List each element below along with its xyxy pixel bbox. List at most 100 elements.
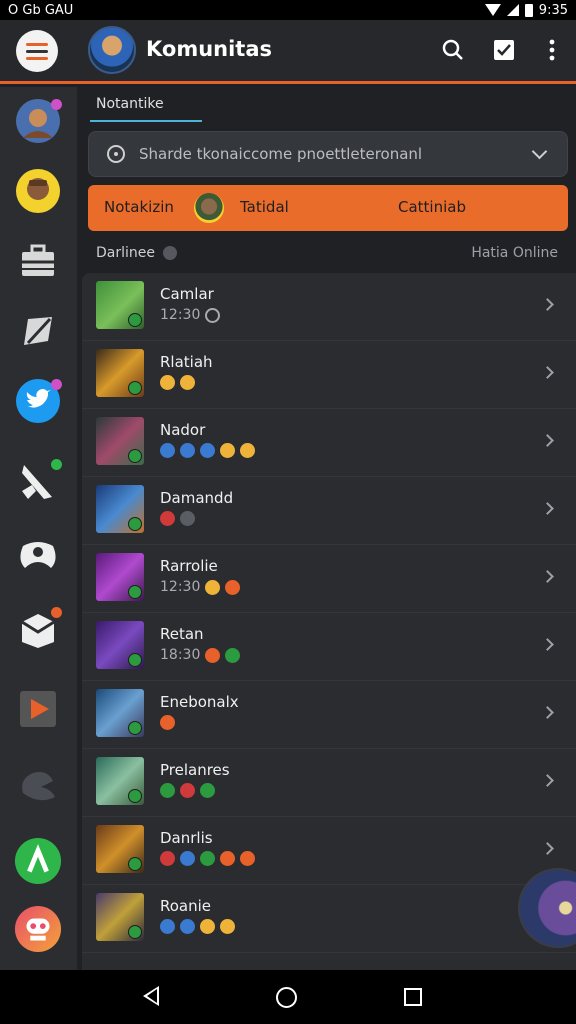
sidebar-item-mail[interactable] <box>14 605 62 653</box>
emoji-icon <box>160 851 175 866</box>
emoji-icon <box>180 511 195 526</box>
member-avatar <box>96 621 144 669</box>
emoji-icon <box>240 443 255 458</box>
status-time: 9:35 <box>538 2 568 18</box>
checklist-button[interactable] <box>492 38 516 62</box>
menu-icon <box>26 42 48 46</box>
banner-middle-text: Tatidal <box>240 198 289 216</box>
system-nav-bar <box>0 970 576 1024</box>
status-icons: 9:35 <box>484 2 568 18</box>
list-item[interactable]: Prelanres <box>82 749 576 817</box>
sidebar-item-send[interactable] <box>14 307 62 355</box>
sidebar <box>0 87 78 970</box>
member-status <box>160 443 255 458</box>
sidebar-item-controller[interactable] <box>14 531 62 579</box>
emoji-icon <box>180 919 195 934</box>
checkbox-icon <box>494 40 514 60</box>
search-icon <box>442 39 463 60</box>
member-status <box>160 851 255 866</box>
info-dot-icon[interactable] <box>163 246 177 260</box>
member-status: 12:30 <box>160 307 221 323</box>
list-item[interactable]: Camlar 12:30 <box>82 273 576 341</box>
member-status <box>160 511 195 526</box>
sidebar-item-video[interactable] <box>14 685 62 733</box>
menu-button[interactable] <box>16 30 58 72</box>
sidebar-item-cloud[interactable] <box>14 761 62 809</box>
status-bar: O Gb GAU 9:35 <box>0 0 576 20</box>
tab-underline <box>90 120 202 122</box>
emoji-icon <box>200 443 215 458</box>
sidebar-item-briefcase[interactable] <box>14 237 62 285</box>
emoji-icon <box>200 919 215 934</box>
home-icon[interactable] <box>276 987 297 1008</box>
wifi-icon <box>484 4 501 16</box>
online-count-label: Hatia Online <box>471 245 558 261</box>
sidebar-item-sword[interactable] <box>14 457 62 505</box>
app-header: Komunitas <box>0 20 576 84</box>
list-item[interactable]: Nador <box>82 409 576 477</box>
emoji-icon <box>160 715 175 730</box>
sidebar-item-robot[interactable] <box>14 905 62 953</box>
recent-apps-icon[interactable] <box>404 988 422 1006</box>
search-placeholder: Sharde tkonaiccome pnoettleteronanl <box>139 145 423 163</box>
member-name: Enebonalx <box>160 693 239 711</box>
member-avatar <box>96 825 144 873</box>
sidebar-item-signal[interactable] <box>14 837 62 885</box>
list-item[interactable]: Danrlis <box>82 817 576 885</box>
robot-icon <box>14 905 62 953</box>
member-avatar <box>96 553 144 601</box>
member-time: 12:30 <box>160 307 201 323</box>
notification-dot <box>51 99 62 110</box>
notification-banner[interactable]: Notakizin Tatidal Cattiniab <box>88 185 568 231</box>
member-status <box>160 919 235 934</box>
status-icon <box>205 307 221 323</box>
member-status: 18:30 <box>160 647 241 663</box>
notification-dot <box>51 607 62 618</box>
emoji-icon <box>160 375 175 390</box>
banner-right-text[interactable]: Cattiniab <box>398 198 466 216</box>
cell-signal-icon <box>506 4 519 16</box>
signal-icon <box>14 837 62 885</box>
character-avatar-icon <box>16 169 60 213</box>
member-status <box>160 783 215 798</box>
member-avatar <box>96 417 144 465</box>
chevron-right-icon <box>541 774 554 787</box>
back-icon[interactable] <box>143 986 159 1006</box>
community-avatar[interactable] <box>88 26 136 74</box>
chevron-down-icon[interactable] <box>531 143 548 160</box>
emoji-icon <box>225 647 241 663</box>
sidebar-item-game[interactable] <box>14 97 62 145</box>
list-item[interactable]: Rarrolie 12:30 <box>82 545 576 613</box>
sidebar-item-twitter[interactable] <box>14 377 62 425</box>
member-list: Camlar 12:30 Rlatiah Nador Damandd Rarro… <box>82 273 576 970</box>
list-item[interactable]: Enebonalx <box>82 681 576 749</box>
list-item[interactable]: Retan 18:30 <box>82 613 576 681</box>
main-panel: Notantike Sharde tkonaiccome pnoettleter… <box>78 87 576 970</box>
list-item[interactable]: Rlatiah <box>82 341 576 409</box>
emoji-icon <box>205 579 221 595</box>
emoji-icon <box>205 647 221 663</box>
emoji-icon <box>180 783 195 798</box>
emoji-icon <box>160 511 175 526</box>
controller-icon <box>20 542 56 568</box>
chevron-right-icon <box>541 638 554 651</box>
member-avatar <box>96 485 144 533</box>
section-header-left: Darlinee <box>96 245 177 261</box>
emoji-icon <box>220 919 235 934</box>
list-item[interactable]: Roanie <box>82 885 576 953</box>
member-name: Prelanres <box>160 761 230 779</box>
member-name: Nador <box>160 421 206 439</box>
chevron-right-icon <box>541 434 554 447</box>
search-field[interactable]: Sharde tkonaiccome pnoettleteronanl <box>88 131 568 177</box>
more-vertical-icon <box>549 39 555 61</box>
search-button[interactable] <box>441 38 465 62</box>
tab-notantike[interactable]: Notantike <box>96 96 164 112</box>
emoji-icon <box>225 579 241 595</box>
list-item[interactable]: Damandd <box>82 477 576 545</box>
member-name: Danrlis <box>160 829 213 847</box>
chevron-right-icon <box>541 298 554 311</box>
video-play-icon <box>20 691 56 727</box>
sidebar-item-character[interactable] <box>14 167 62 215</box>
more-options-button[interactable] <box>540 38 564 62</box>
member-status: 12:30 <box>160 579 241 595</box>
